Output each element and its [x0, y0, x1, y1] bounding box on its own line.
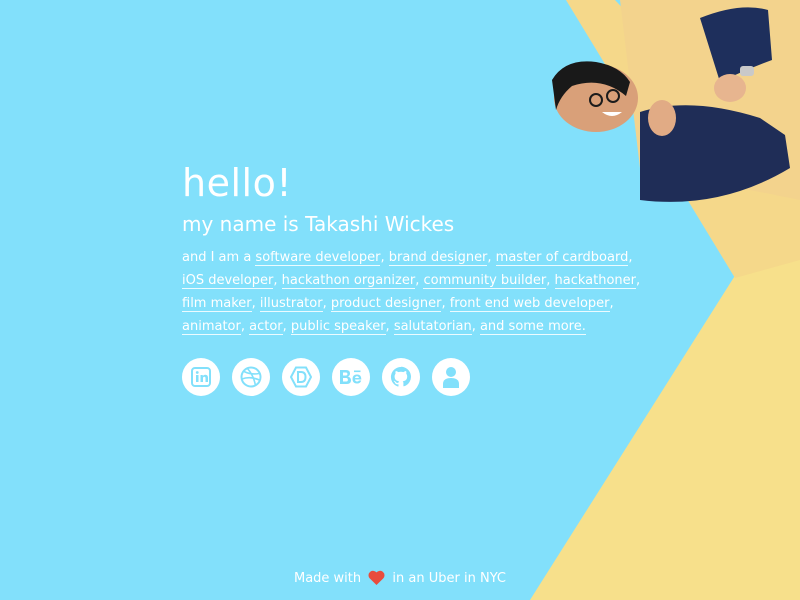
roles-paragraph: and I am a software developer, brand des… [182, 250, 641, 335]
footer: Made with in an Uber in NYC [0, 570, 800, 589]
role-link-animator[interactable]: animator [182, 319, 241, 335]
role-link-community-builder[interactable]: community builder [423, 273, 547, 289]
social-links [182, 358, 652, 396]
greeting-heading: hello! [182, 161, 293, 205]
role-link-illustrator[interactable]: illustrator [259, 296, 323, 312]
dribbble-link[interactable] [232, 358, 270, 396]
role-link-master-of-cardboard[interactable]: master of cardboard [495, 250, 629, 266]
footer-prefix: Made with [293, 571, 362, 586]
dribbble-icon [240, 366, 262, 388]
role-link-hackathoner[interactable]: hackathoner [554, 273, 636, 289]
behance-icon [340, 370, 362, 384]
linkedin-link[interactable] [182, 358, 220, 396]
roles-prefix: and I am a [182, 250, 256, 265]
github-icon [390, 366, 411, 387]
devpost-icon [290, 366, 312, 388]
heart-icon [368, 570, 385, 589]
profile-link[interactable] [432, 358, 470, 396]
footer-suffix: in an Uber in NYC [392, 571, 507, 586]
role-link-and-some-more[interactable]: and some more. [479, 319, 586, 335]
github-link[interactable] [382, 358, 420, 396]
role-link-front-end-web-developer[interactable]: front end web developer [449, 296, 610, 312]
linkedin-icon [191, 367, 211, 387]
role-link-product-designer[interactable]: product designer [330, 296, 442, 312]
role-link-hackathon-organizer[interactable]: hackathon organizer [281, 273, 416, 289]
behance-link[interactable] [332, 358, 370, 396]
intro-section: hello! my name is Takashi Wickes and I a… [182, 160, 652, 396]
user-icon [443, 367, 459, 388]
role-link-film-maker[interactable]: film maker [182, 296, 252, 312]
role-link-brand-designer[interactable]: brand designer [388, 250, 488, 266]
role-link-software-developer[interactable]: software developer [255, 250, 381, 266]
role-link-actor[interactable]: actor [249, 319, 283, 335]
role-link-salutatorian[interactable]: salutatorian [393, 319, 472, 335]
devpost-link[interactable] [282, 358, 320, 396]
name-heading: my name is Takashi Wickes [182, 212, 455, 236]
role-link-ios-developer[interactable]: iOS developer [182, 273, 274, 289]
role-link-public-speaker[interactable]: public speaker [290, 319, 386, 335]
